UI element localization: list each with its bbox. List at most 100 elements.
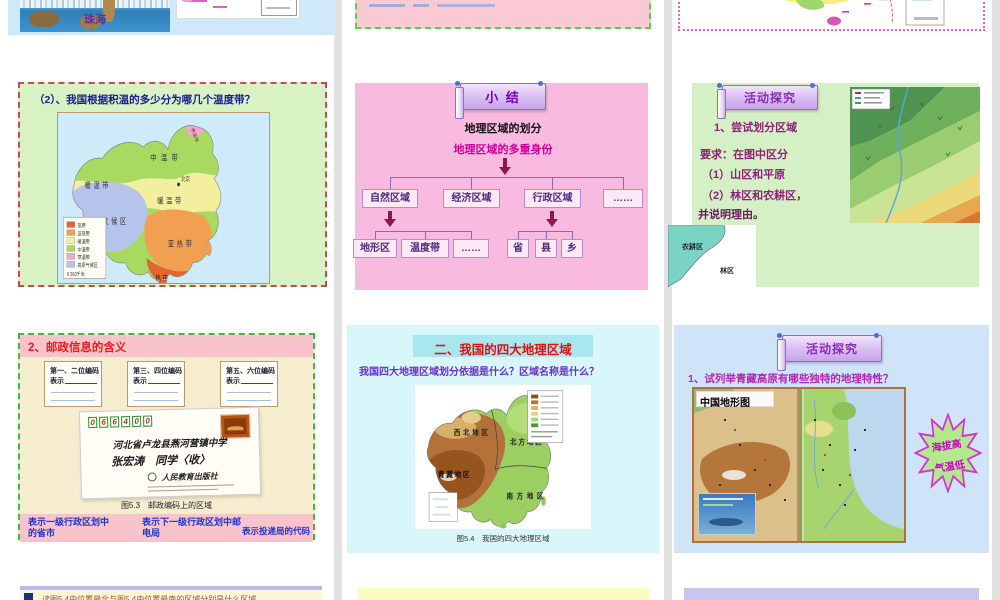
bordered-panel xyxy=(678,0,985,31)
node-landform: 地形区 xyxy=(353,239,397,258)
slide-r3c3[interactable]: 活动探究 1、试列举青藏高原有哪些独特的地理特性？ 中国地形图 海拔高 气温低 xyxy=(674,325,989,553)
slide-r4c3[interactable] xyxy=(674,583,989,600)
slide-r4c1[interactable]: 读图5.4中位置最北与图5.4中位置最南的区域分别是什么区域 xyxy=(8,583,334,600)
column-gutter xyxy=(334,0,342,600)
slide-r4c2[interactable] xyxy=(347,583,659,600)
legend-mark xyxy=(864,102,882,104)
banner-knob-icon xyxy=(455,81,460,86)
pink-panel xyxy=(355,0,651,29)
connector-line xyxy=(375,231,376,239)
publisher-name: 人民教育出版社 xyxy=(161,471,218,483)
node-ellipsis: …… xyxy=(453,239,489,258)
inset-mark xyxy=(703,498,743,500)
postcode-digit: 0 xyxy=(88,416,98,429)
scale-text: 0 360千米 xyxy=(67,271,85,279)
svg-text:中温带: 中温带 xyxy=(78,246,90,254)
map-zone xyxy=(796,0,825,10)
four-regions-map: 西北地区 青藏地区 北方地区 南方地区 xyxy=(415,385,591,529)
faint-text-placeholder xyxy=(413,4,429,7)
connector-line xyxy=(518,231,519,239)
postal-note: 表示一级行政区划中 的省市 xyxy=(28,517,110,538)
node-natural-region: 自然区域 xyxy=(362,189,418,208)
node-admin-region: 行政区域 xyxy=(524,189,581,208)
inset-mark xyxy=(912,0,932,1)
connector-line xyxy=(623,177,624,189)
rule-line xyxy=(51,392,95,393)
postal-note: 表示下一级行政区划中邮 电局 xyxy=(142,517,242,538)
map-label-mark xyxy=(213,6,227,8)
slide-r2c1[interactable]: （2）、我国根据积温的多少分为哪几个温度带？ 北京 中温带 暖温带 暖温带 高原… xyxy=(8,73,334,297)
hainan xyxy=(499,523,507,529)
slide-r3c2[interactable]: 二、我国的四大地理区域 我国四大地理区域划分依据是什么？区域名称是什么？ 西北地… xyxy=(347,325,659,553)
svg-text:寒温带: 寒温带 xyxy=(78,254,90,262)
relief-atlas-map: 中国地形图 xyxy=(692,387,906,543)
column-gutter xyxy=(992,0,1000,600)
slide-r3c1[interactable]: 2、邮政信息的含义 第一、二位编码 表示 第三、四位编码 表示 第五、六位编码 … xyxy=(8,325,334,553)
card-title: 第五、六位编码 xyxy=(226,368,275,375)
starburst-callout: 海拔高 气温低 xyxy=(913,411,983,495)
legend-mark xyxy=(855,102,861,104)
zone-label: 亚热带 xyxy=(168,239,195,249)
question-text: 1、试列举青藏高原有哪些独特的地理特性？ xyxy=(688,373,894,385)
postal-note: 表示投递局的代码 xyxy=(242,526,311,536)
fine-print-line xyxy=(147,484,234,488)
slide-r1c1[interactable]: 珠海 xyxy=(8,0,334,35)
task-line: （2）林区和农耕区， xyxy=(702,190,808,202)
exercise-text: 读图5.4中位置最北与图5.4中位置最南的区域分别是什么区域 xyxy=(42,595,257,600)
connector-line xyxy=(471,177,472,189)
green-panel: （2）、我国根据积温的多少分为哪几个温度带？ 北京 中温带 暖温带 暖温带 高原… xyxy=(18,82,327,287)
photo-inset xyxy=(698,493,756,535)
stamp-inner xyxy=(224,417,247,435)
slide-r1c3[interactable] xyxy=(674,0,989,35)
card-text: 表示 xyxy=(133,378,147,385)
temperature-map-svg: 北京 中温带 暖温带 暖温带 高原气候区 亚热带 热带 寒温带 热带 亚热带 暖… xyxy=(63,125,222,287)
zone-label: 热带 xyxy=(156,274,170,283)
legend-mark xyxy=(864,92,884,94)
fine-print-line xyxy=(147,488,218,492)
down-arrow-icon xyxy=(499,167,511,181)
rule-line xyxy=(51,400,95,401)
topographic-map xyxy=(850,87,980,223)
taiwan xyxy=(205,241,212,257)
postcode-digit: 0 xyxy=(132,415,142,427)
slide-r2c3[interactable]: 活动探究 1、尝试划分区域 要求：在图中区分 （1）山区和平原 （2）林区和农耕… xyxy=(668,73,989,297)
cream-panel: 读图5.4中位置最北与图5.4中位置最南的区域分别是什么区域 xyxy=(20,586,322,600)
postcode-card: 第一、二位编码 表示 xyxy=(44,361,102,407)
connector-line xyxy=(375,231,471,232)
header-strip: 2、邮政信息的含义 xyxy=(20,335,313,357)
zone-label: 中温带 xyxy=(150,153,182,163)
envelope: 0 6 6 4 0 0 河北省卢龙县燕河营镇中学 张宏涛 同学〈收〉 人民教育出… xyxy=(78,406,262,500)
svg-text:高原气候区: 高原气候区 xyxy=(78,262,99,270)
node-temp-zone: 温度带 xyxy=(401,239,449,258)
connector-line xyxy=(425,231,426,239)
snow-patch xyxy=(722,470,746,480)
map-title: 中国地形图 xyxy=(700,398,750,409)
faint-text-placeholder xyxy=(437,4,495,7)
node-province: 省 xyxy=(507,239,529,258)
task-line: （1）山区和平原 xyxy=(702,169,786,181)
banner-title: 小 结 xyxy=(485,90,521,105)
connector-line xyxy=(546,231,547,239)
rule-line xyxy=(227,400,271,401)
mini-map-panel xyxy=(176,0,300,19)
svg-text:暖温带: 暖温带 xyxy=(78,238,90,246)
forest-patch xyxy=(832,402,856,420)
envelope-address2: 张宏涛 同学〈收〉 xyxy=(111,453,211,469)
legend-mark xyxy=(855,92,861,94)
map-title-box: 中国地形图 xyxy=(696,391,774,409)
rule-line xyxy=(227,392,271,393)
temperature-map: 北京 中温带 暖温带 暖温带 高原气候区 亚热带 热带 寒温带 热带 亚热带 暖… xyxy=(57,112,270,287)
slide-r2c2[interactable]: 小 结 地理区域的划分 地理区域的多重身份 自然区域 经济区域 行政区域 …… … xyxy=(347,73,659,297)
connector-line xyxy=(390,177,391,189)
tiny-label-mark xyxy=(842,11,849,13)
task-line: 要求：在图中区分 xyxy=(700,149,788,161)
plain-patch xyxy=(805,421,833,437)
connector-line xyxy=(471,231,472,239)
slide-r1c2[interactable] xyxy=(347,0,659,35)
zone-label: 暖温带 xyxy=(157,196,184,206)
scroll-banner: 活动探究 xyxy=(717,83,818,119)
rule-line xyxy=(134,392,178,393)
city-skyline xyxy=(20,0,170,8)
postcode-card: 第五、六位编码 表示 xyxy=(220,361,278,407)
china-political-map-bottom xyxy=(784,0,945,26)
